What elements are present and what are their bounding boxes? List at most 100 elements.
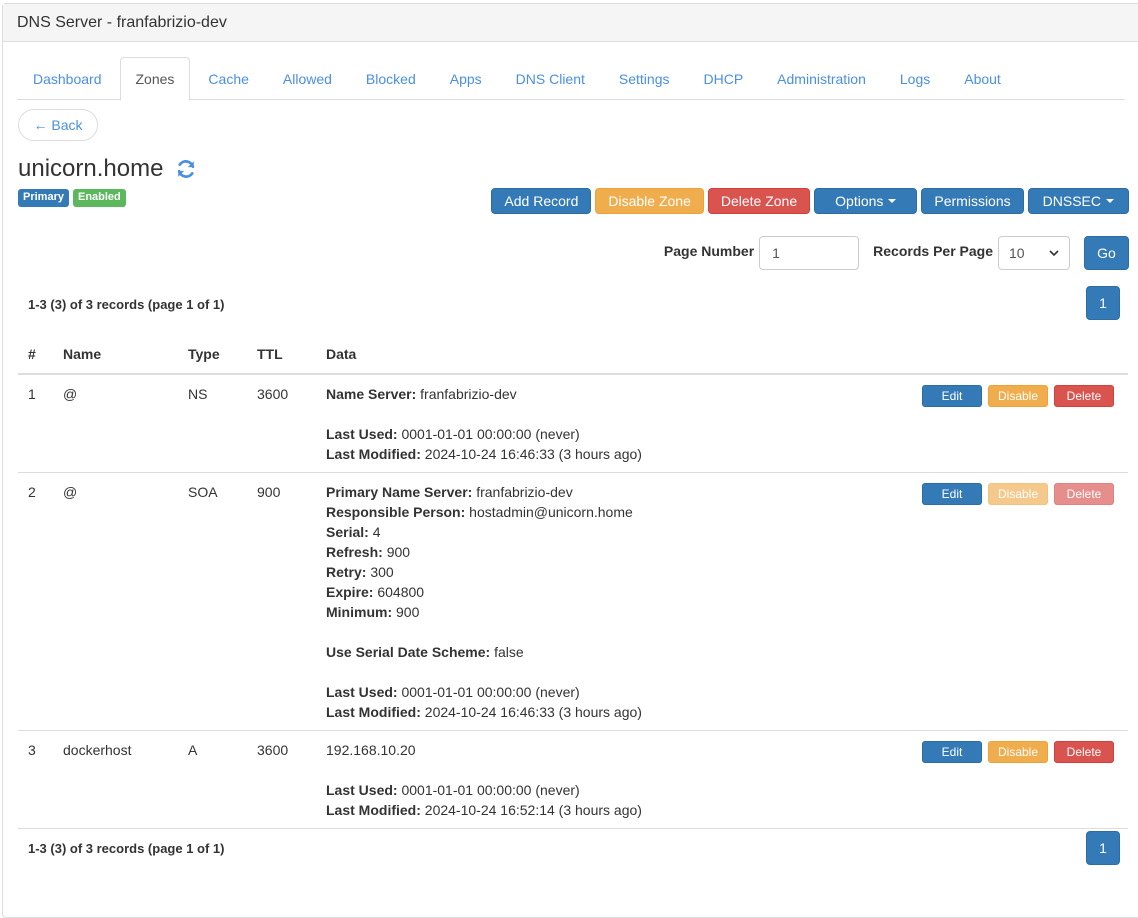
data-spacer: [326, 622, 800, 642]
tab-settings[interactable]: Settings: [603, 57, 686, 100]
data-line: Last Used: 0001-01-01 00:00:00 (never): [326, 682, 800, 702]
dns-server-panel: DNS Server - franfabrizio-dev Dashboard Z…: [2, 3, 1138, 918]
add-record-button[interactable]: Add Record: [491, 188, 592, 214]
table-row: 3 dockerhost A 3600 192.168.10.20 Last Used: …: [18, 730, 1128, 829]
header-actions: [810, 337, 1128, 375]
tab-apps[interactable]: Apps: [434, 57, 498, 100]
dnssec-dropdown-button[interactable]: DNSSEC: [1027, 188, 1129, 214]
data-value: franfabrizio-dev: [420, 386, 517, 402]
back-button[interactable]: ← Back: [18, 109, 98, 141]
data-label: Refresh:: [326, 544, 383, 560]
delete-record-button[interactable]: Delete: [1054, 741, 1114, 763]
header-name[interactable]: Name: [53, 337, 178, 375]
data-value: 300: [370, 564, 394, 580]
data-value: 2024-10-24 16:52:14 (3 hours ago): [424, 802, 642, 818]
disable-record-button[interactable]: Disable: [988, 385, 1048, 407]
table-row: 2 @ SOA 900 Primary Name Server: franfabrizi…: [18, 472, 1128, 731]
tab-zones[interactable]: Zones: [119, 57, 191, 101]
header-ttl[interactable]: TTL: [247, 337, 316, 375]
data-value: hostadmin@unicorn.home: [469, 504, 633, 520]
data-spacer: [326, 760, 800, 780]
disable-zone-button[interactable]: Disable Zone: [595, 188, 704, 214]
cell-data: Primary Name Server: franfabrizio-dev Res…: [316, 472, 811, 731]
data-line: Primary Name Server: franfabrizio-dev: [326, 482, 800, 502]
tab-about[interactable]: About: [948, 57, 1017, 100]
records-per-page-select[interactable]: 10: [998, 236, 1070, 270]
tab-cache[interactable]: Cache: [192, 57, 264, 100]
data-line: 192.168.10.20: [326, 740, 800, 760]
zone-name: unicorn.home: [18, 155, 164, 182]
data-label: Responsible Person:: [326, 504, 466, 520]
pagination-page-1-bottom[interactable]: 1: [1086, 831, 1120, 865]
zone-badges: Primary Enabled: [18, 189, 126, 207]
app-title: DNS Server - franfabrizio-dev: [3, 4, 1138, 42]
data-line: Last Used: 0001-01-01 00:00:00 (never): [326, 424, 800, 444]
caret-down-icon: [1106, 199, 1114, 203]
data-label: Minimum:: [326, 604, 393, 620]
page-number-input[interactable]: [759, 236, 860, 270]
cell-actions: Edit Disable Delete: [810, 472, 1128, 731]
tab-logs[interactable]: Logs: [884, 57, 946, 100]
edit-record-button[interactable]: Edit: [922, 483, 982, 505]
records-summary-top: 1-3 (3) of 3 records (page 1 of 1): [28, 297, 225, 312]
records-per-page-label: Records Per Page: [873, 243, 993, 259]
data-line: Retry: 300: [326, 562, 800, 582]
tab-dhcp[interactable]: DHCP: [688, 57, 760, 100]
tab-blocked[interactable]: Blocked: [350, 57, 432, 100]
table-row: 1 @ NS 3600 Name Server: franfabrizio-dev Las…: [18, 374, 1128, 473]
permissions-button[interactable]: Permissions: [921, 188, 1024, 214]
data-line: Last Modified: 2024-10-24 16:52:14 (3 ho…: [326, 800, 800, 820]
tab-dns-client[interactable]: DNS Client: [500, 57, 601, 100]
tab-allowed[interactable]: Allowed: [267, 57, 348, 100]
tab-dashboard[interactable]: Dashboard: [17, 57, 118, 100]
header-type[interactable]: Type: [178, 337, 247, 375]
options-dropdown-button[interactable]: Options: [814, 188, 918, 214]
data-value: 2024-10-24 16:46:33 (3 hours ago): [424, 446, 642, 462]
data-value: 0001-01-01 00:00:00 (never): [401, 684, 580, 700]
records-table: # Name Type TTL Data 1 @ NS 3600 Name Server…: [18, 337, 1128, 829]
data-value: 604800: [377, 584, 425, 600]
pagination-page-1-top[interactable]: 1: [1086, 286, 1120, 320]
data-line: Use Serial Date Scheme: false: [326, 642, 800, 662]
edit-record-button[interactable]: Edit: [922, 741, 982, 763]
data-spacer: [326, 662, 800, 682]
delete-zone-button[interactable]: Delete Zone: [707, 188, 811, 214]
data-line: Minimum: 900: [326, 602, 800, 622]
data-label: Last Modified:: [326, 704, 421, 720]
data-value: 0001-01-01 00:00:00 (never): [401, 426, 580, 442]
row-actions: Edit Disable Delete: [820, 483, 1118, 505]
zone-actions: Add Record Disable Zone Delete Zone Opti…: [491, 188, 1129, 214]
data-label: Use Serial Date Scheme:: [326, 644, 491, 660]
dnssec-label: DNSSEC: [1042, 193, 1101, 209]
data-value: 192.168.10.20: [326, 742, 416, 758]
data-label: Name Server:: [326, 386, 417, 402]
data-label: Last Used:: [326, 426, 398, 442]
delete-record-button[interactable]: Delete: [1054, 385, 1114, 407]
delete-zone-label: Delete Zone: [720, 193, 798, 209]
cell-num: 3: [18, 730, 53, 829]
cell-ttl: 900: [247, 472, 316, 731]
disable-record-button[interactable]: Disable: [988, 741, 1048, 763]
edit-record-button[interactable]: Edit: [922, 385, 982, 407]
go-button[interactable]: Go: [1084, 236, 1129, 270]
data-value: 900: [386, 544, 411, 560]
page-number-label: Page Number: [663, 243, 755, 259]
cell-num: 1: [18, 374, 53, 473]
cell-actions: Edit Disable Delete: [810, 374, 1128, 473]
data-line: Refresh: 900: [326, 542, 800, 562]
options-label: Options: [835, 193, 884, 209]
header-num[interactable]: #: [18, 337, 53, 375]
row-actions: Edit Disable Delete: [820, 741, 1118, 763]
tab-administration[interactable]: Administration: [761, 57, 882, 100]
data-label: Primary Name Server:: [326, 484, 473, 500]
cell-type: A: [178, 730, 247, 829]
add-record-label: Add Record: [504, 193, 579, 209]
cell-data: Name Server: franfabrizio-dev Last Used: …: [316, 374, 811, 473]
disable-zone-label: Disable Zone: [608, 193, 691, 209]
refresh-icon[interactable]: [175, 158, 197, 180]
data-line: Serial: 4: [326, 522, 800, 542]
cell-num: 2: [18, 472, 53, 731]
data-label: Retry:: [326, 564, 367, 580]
caret-down-icon: [888, 199, 897, 203]
records-summary-bottom: 1-3 (3) of 3 records (page 1 of 1): [28, 841, 225, 856]
